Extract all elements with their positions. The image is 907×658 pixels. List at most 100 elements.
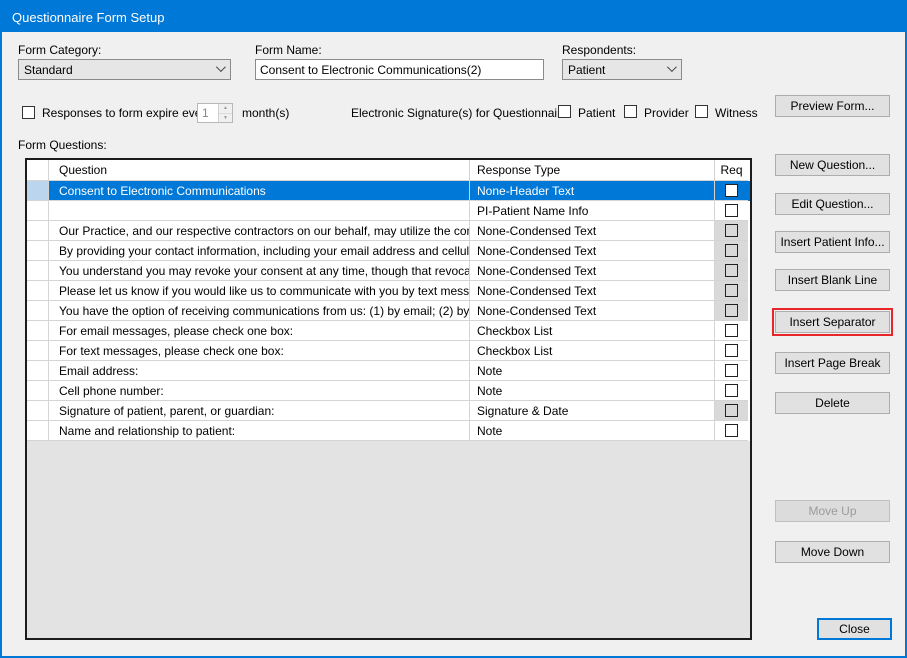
table-row[interactable]: Consent to Electronic CommunicationsNone… <box>27 181 750 201</box>
question-column-header[interactable]: Question <box>49 160 470 181</box>
title-bar[interactable]: Questionnaire Form Setup <box>2 2 905 32</box>
req-cell <box>715 421 748 441</box>
esig-witness-checkbox[interactable] <box>695 105 708 118</box>
questions-table[interactable]: Question Response Type Req Consent to El… <box>25 158 752 640</box>
esig-provider-checkbox[interactable] <box>624 105 637 118</box>
row-selector[interactable] <box>27 401 49 421</box>
form-name-value: Consent to Electronic Communications(2) <box>260 63 481 77</box>
insert-blank-line-button[interactable]: Insert Blank Line <box>775 269 890 291</box>
req-checkbox[interactable] <box>725 184 738 197</box>
row-selector[interactable] <box>27 261 49 281</box>
close-button[interactable]: Close <box>817 618 892 640</box>
question-cell: For email messages, please check one box… <box>49 321 470 341</box>
response-type-cell: None-Condensed Text <box>470 241 715 261</box>
row-selector[interactable] <box>27 301 49 321</box>
question-cell: Cell phone number: <box>49 381 470 401</box>
row-selector[interactable] <box>27 181 49 201</box>
form-category-value: Standard <box>24 63 73 77</box>
form-category-select[interactable]: Standard <box>18 59 231 80</box>
row-selector[interactable] <box>27 241 49 261</box>
row-selector[interactable] <box>27 381 49 401</box>
response-type-cell: Note <box>470 381 715 401</box>
question-cell: You understand you may revoke your conse… <box>49 261 470 281</box>
new-question-button[interactable]: New Question... <box>775 154 890 176</box>
chevron-down-icon <box>216 62 226 72</box>
insert-separator-button[interactable]: Insert Separator <box>775 311 890 333</box>
req-checkbox <box>725 244 738 257</box>
req-cell <box>715 281 748 301</box>
table-row[interactable]: For text messages, please check one box:… <box>27 341 750 361</box>
req-checkbox[interactable] <box>725 384 738 397</box>
response-type-cell: None-Header Text <box>470 181 715 201</box>
table-row[interactable]: For email messages, please check one box… <box>27 321 750 341</box>
row-selector[interactable] <box>27 281 49 301</box>
form-questions-label: Form Questions: <box>18 138 107 152</box>
response-type-cell: Note <box>470 361 715 381</box>
row-selector[interactable] <box>27 201 49 221</box>
stepper-down-icon[interactable]: ▼ <box>219 114 232 123</box>
row-selector-header <box>27 160 49 181</box>
form-name-input[interactable]: Consent to Electronic Communications(2) <box>255 59 544 80</box>
stepper-up-icon[interactable]: ▲ <box>219 104 232 114</box>
response-type-column-header[interactable]: Response Type <box>470 160 715 181</box>
req-checkbox <box>725 304 738 317</box>
delete-button[interactable]: Delete <box>775 392 890 414</box>
respondents-label: Respondents: <box>562 43 636 57</box>
question-table-body: Consent to Electronic CommunicationsNone… <box>27 181 750 441</box>
question-cell: For text messages, please check one box: <box>49 341 470 361</box>
req-checkbox <box>725 264 738 277</box>
esig-patient-checkbox[interactable] <box>558 105 571 118</box>
row-selector[interactable] <box>27 421 49 441</box>
req-checkbox[interactable] <box>725 324 738 337</box>
response-type-cell: Checkbox List <box>470 321 715 341</box>
respondents-select[interactable]: Patient <box>562 59 682 80</box>
response-type-cell: Note <box>470 421 715 441</box>
req-cell <box>715 261 748 281</box>
req-checkbox[interactable] <box>725 204 738 217</box>
move-up-button: Move Up <box>775 500 890 522</box>
table-row[interactable]: By providing your contact information, i… <box>27 241 750 261</box>
table-row[interactable]: Please let us know if you would like us … <box>27 281 750 301</box>
question-cell: Email address: <box>49 361 470 381</box>
question-cell: Consent to Electronic Communications <box>49 181 470 201</box>
expire-months-value: 1 <box>198 104 218 122</box>
table-row[interactable]: You have the option of receiving communi… <box>27 301 750 321</box>
response-type-cell: None-Condensed Text <box>470 281 715 301</box>
req-cell <box>715 241 748 261</box>
table-row[interactable]: You understand you may revoke your conse… <box>27 261 750 281</box>
table-header-row: Question Response Type Req <box>27 160 750 181</box>
table-row[interactable]: PI-Patient Name Info <box>27 201 750 221</box>
table-row[interactable]: Signature of patient, parent, or guardia… <box>27 401 750 421</box>
req-cell <box>715 321 748 341</box>
question-cell: Signature of patient, parent, or guardia… <box>49 401 470 421</box>
table-row[interactable]: Name and relationship to patient:Note <box>27 421 750 441</box>
table-row[interactable]: Our Practice, and our respective contrac… <box>27 221 750 241</box>
req-checkbox[interactable] <box>725 364 738 377</box>
req-cell <box>715 221 748 241</box>
insert-page-break-button[interactable]: Insert Page Break <box>775 352 890 374</box>
esig-patient-label: Patient <box>578 106 615 120</box>
stepper-buttons[interactable]: ▲ ▼ <box>218 104 232 122</box>
questionnaire-form-setup-dialog: Questionnaire Form Setup Form Category: … <box>0 0 907 658</box>
req-cell <box>715 201 748 221</box>
req-column-header[interactable]: Req <box>715 160 748 181</box>
row-selector[interactable] <box>27 361 49 381</box>
row-selector[interactable] <box>27 321 49 341</box>
req-cell <box>715 181 748 201</box>
req-cell <box>715 301 748 321</box>
req-checkbox[interactable] <box>725 424 738 437</box>
row-selector[interactable] <box>27 221 49 241</box>
expire-suffix-label: month(s) <box>242 106 289 120</box>
response-type-cell: None-Condensed Text <box>470 221 715 241</box>
expire-months-stepper[interactable]: 1 ▲ ▼ <box>197 103 233 123</box>
table-row[interactable]: Cell phone number:Note <box>27 381 750 401</box>
preview-form-button[interactable]: Preview Form... <box>775 95 890 117</box>
row-selector[interactable] <box>27 341 49 361</box>
table-row[interactable]: Email address:Note <box>27 361 750 381</box>
edit-question-button[interactable]: Edit Question... <box>775 193 890 215</box>
move-down-button[interactable]: Move Down <box>775 541 890 563</box>
req-cell <box>715 401 748 421</box>
insert-patient-info-button[interactable]: Insert Patient Info... <box>775 231 890 253</box>
expire-checkbox[interactable] <box>22 106 35 119</box>
req-checkbox[interactable] <box>725 344 738 357</box>
